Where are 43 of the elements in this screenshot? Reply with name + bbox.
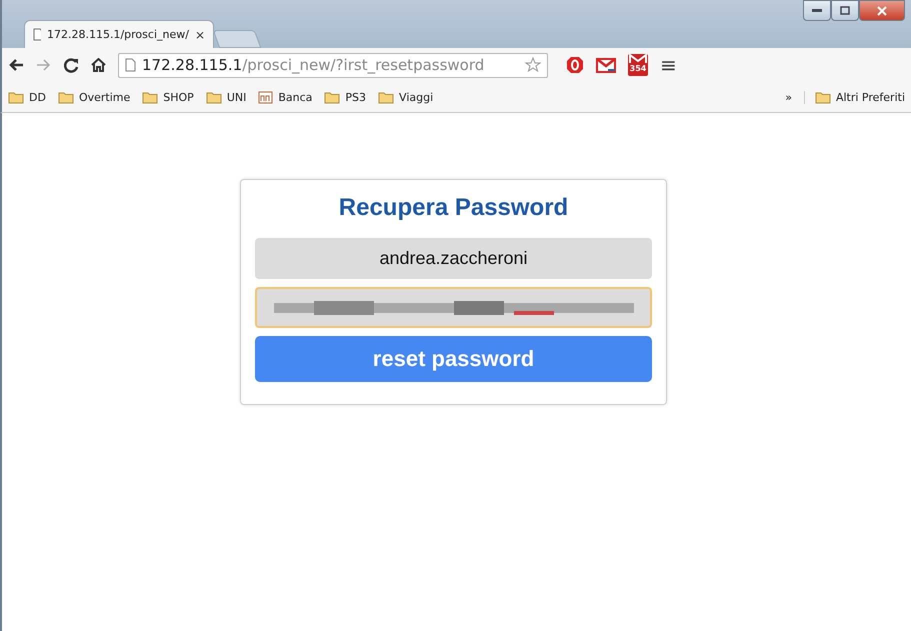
back-icon[interactable] xyxy=(8,58,24,72)
page-icon xyxy=(125,58,136,72)
folder-icon xyxy=(58,90,74,104)
minimize-icon xyxy=(812,8,822,12)
username-field[interactable]: andrea.zaccheroni xyxy=(255,238,652,279)
email-field[interactable] xyxy=(255,287,652,328)
tab-close-button[interactable]: × xyxy=(194,28,205,42)
bookmark[interactable]: SHOP xyxy=(142,90,194,104)
bookmark[interactable]: Banca xyxy=(258,90,312,104)
folder-icon xyxy=(324,90,340,104)
bookmark[interactable]: Altri Preferiti xyxy=(804,90,905,104)
folder-icon xyxy=(378,90,394,104)
bookmark[interactable]: Viaggi xyxy=(378,90,434,104)
bookmark[interactable]: DD xyxy=(8,90,46,104)
menu-button[interactable]: ≡ xyxy=(660,53,677,77)
close-icon xyxy=(877,6,887,16)
bookmark[interactable]: PS3 xyxy=(324,90,366,104)
page-icon xyxy=(33,28,41,41)
site-icon xyxy=(258,90,274,104)
browser-tab[interactable]: 172.28.115.1/prosci_new/ × xyxy=(24,20,214,48)
mail-badge-icon[interactable]: 354 xyxy=(628,54,648,76)
maximize-icon xyxy=(840,6,850,15)
bookmark[interactable]: UNI xyxy=(206,90,246,104)
more-bookmarks-button[interactable]: » xyxy=(785,90,792,104)
maximize-button[interactable] xyxy=(831,0,859,21)
stop-sign-icon[interactable] xyxy=(566,56,584,74)
tab-title: 172.28.115.1/prosci_new/ xyxy=(46,28,189,41)
form-title: Recupera Password xyxy=(338,194,570,222)
bookmark[interactable]: Overtime xyxy=(58,90,130,104)
address-bar[interactable]: 172.28.115.1/prosci_new/?irst_resetpassword xyxy=(118,52,548,78)
url-path: /prosci_new/?irst_resetpassword xyxy=(242,56,484,74)
folder-icon xyxy=(8,90,24,104)
folder-icon xyxy=(814,90,831,104)
url-host: 172.28.115.1 xyxy=(142,56,242,74)
folder-icon xyxy=(142,90,158,104)
close-button[interactable] xyxy=(859,0,905,21)
folder-icon xyxy=(206,90,222,104)
reload-icon[interactable] xyxy=(64,58,79,72)
minimize-button[interactable] xyxy=(803,0,831,21)
home-icon[interactable] xyxy=(91,58,106,72)
mail-letter-icon xyxy=(629,54,647,64)
mail-icon[interactable] xyxy=(596,57,616,73)
star-icon[interactable] xyxy=(525,57,541,73)
